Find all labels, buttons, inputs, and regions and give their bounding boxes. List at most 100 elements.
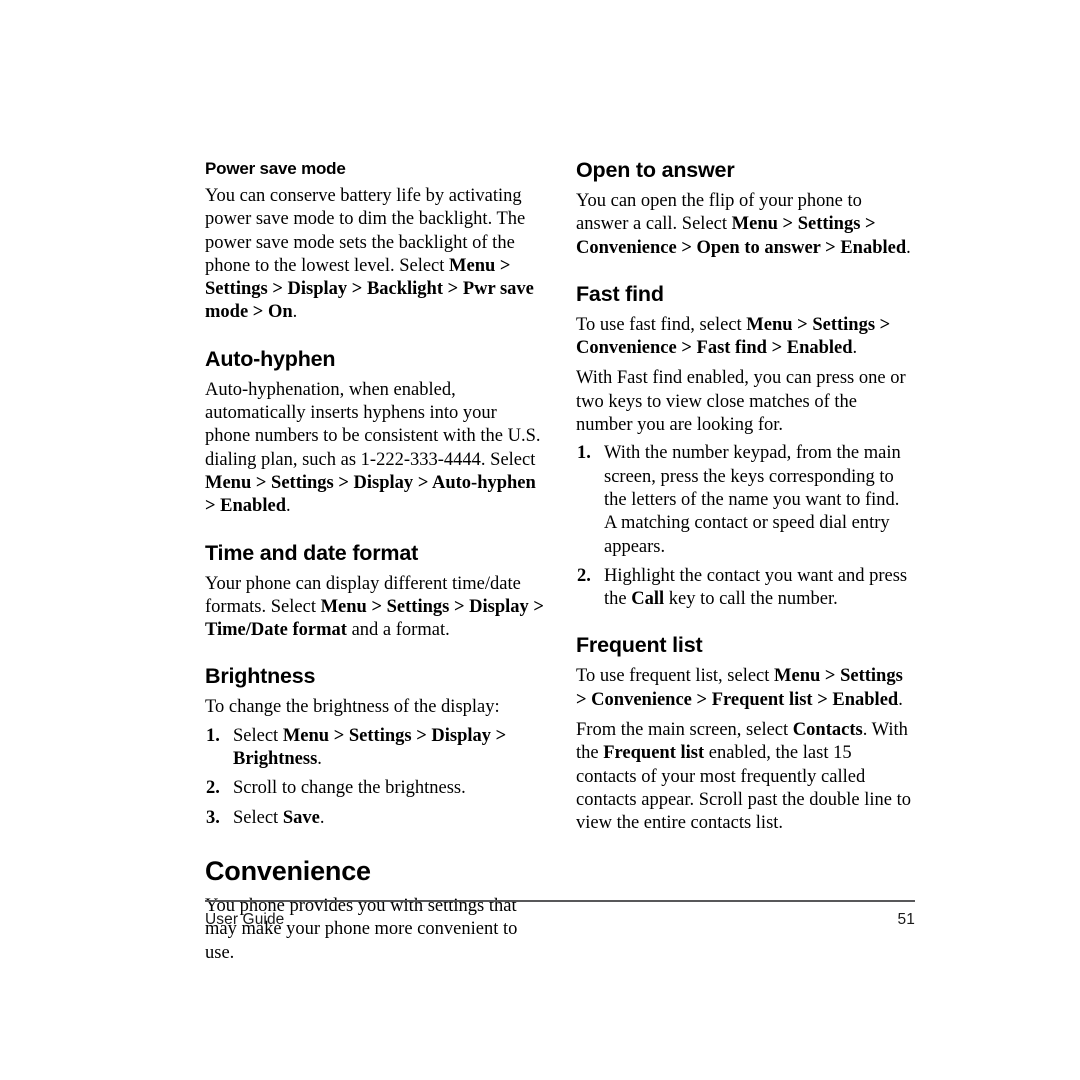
list-item: 2. Scroll to change the brightness. xyxy=(205,777,544,800)
text-run: and a format. xyxy=(346,620,450,641)
text-run: . xyxy=(898,689,903,710)
paragraph-auto-hyphen: Auto-hyphenation, when enabled, automati… xyxy=(205,379,544,519)
heading-frequent-list: Frequent list xyxy=(576,633,703,658)
list-marker: 2. xyxy=(206,778,220,799)
text-run: Select xyxy=(233,725,283,746)
text-run: . xyxy=(292,302,298,323)
text-run: To use frequent list, select xyxy=(576,666,775,687)
menu-separator: > xyxy=(491,725,507,746)
text-run: Select xyxy=(233,807,283,828)
list-marker: 1. xyxy=(206,725,220,746)
list-item: 1. Select Menu > Settings > Display > Bri… xyxy=(205,725,544,772)
menu-path-fast-find: Fast find xyxy=(696,338,767,359)
menu-path-settings: Settings xyxy=(797,214,861,235)
key-name-call: Call xyxy=(631,589,665,610)
paragraph-frequent-list-path: To use frequent list, select Menu > Sett… xyxy=(576,665,915,712)
menu-path-menu: Menu xyxy=(731,214,778,235)
menu-separator: > xyxy=(528,596,544,617)
menu-path-menu: Menu xyxy=(205,472,252,493)
text-run: . xyxy=(317,749,322,770)
paragraph-power-save-mode: You can conserve battery life by activat… xyxy=(205,185,544,325)
menu-separator: > xyxy=(248,302,268,323)
menu-separator: > xyxy=(366,596,387,617)
menu-path-display: Display xyxy=(353,472,414,493)
menu-path-convenience: Convenience xyxy=(576,338,677,359)
menu-separator: > xyxy=(792,314,813,335)
heading-time-and-date-format: Time and date format xyxy=(205,540,419,565)
menu-path-enabled: Enabled xyxy=(220,496,286,517)
menu-separator: > xyxy=(205,496,221,517)
right-column: Open to answer You can open the flip of … xyxy=(576,158,915,839)
menu-path-settings: Settings xyxy=(386,596,450,617)
text-run: . xyxy=(285,496,291,517)
menu-separator: > xyxy=(766,338,787,359)
list-item: 3. Select Save. xyxy=(205,807,544,830)
list-marker: 2. xyxy=(577,565,591,586)
heading-convenience: Convenience xyxy=(205,855,371,886)
heading-brightness: Brightness xyxy=(205,664,316,689)
menu-separator: > xyxy=(875,314,891,335)
heading-open-to-answer: Open to answer xyxy=(576,158,735,182)
paragraph-frequent-list-description: From the main screen, select Contacts. W… xyxy=(576,719,915,835)
menu-path-brightness: Brightness xyxy=(233,749,318,770)
text-run: Auto-hyphenation, when enabled, automati… xyxy=(205,379,541,470)
menu-path-on: On xyxy=(267,302,293,323)
menu-path-menu: Menu xyxy=(774,666,821,687)
paragraph-fast-find-path: To use fast find, select Menu > Settings… xyxy=(576,314,915,361)
text-run: With the number keypad, from the main sc… xyxy=(604,443,901,557)
heading-fast-find: Fast find xyxy=(576,281,664,306)
menu-path-settings: Settings xyxy=(348,725,412,746)
paragraph-open-to-answer: You can open the flip of your phone to a… xyxy=(576,190,915,260)
list-marker: 3. xyxy=(206,807,220,828)
text-run: . xyxy=(852,338,858,359)
text-run: Scroll to change the brightness. xyxy=(233,778,466,799)
text-run: key to call the number. xyxy=(664,589,838,610)
menu-path-settings: Settings xyxy=(271,472,334,493)
menu-separator: > xyxy=(691,689,712,710)
footer-row: User Guide 51 xyxy=(205,911,915,929)
paragraph-brightness-intro: To change the brightness of the display: xyxy=(205,697,500,718)
left-column: Power save mode You can conserve battery… xyxy=(205,158,544,968)
text-run: From the main screen, select xyxy=(576,720,793,741)
menu-path-open-to-answer: Open to answer xyxy=(696,237,821,258)
menu-separator: > xyxy=(820,237,841,258)
menu-separator: > xyxy=(777,214,798,235)
menu-separator: > xyxy=(495,255,511,276)
page-footer: User Guide 51 xyxy=(205,900,915,929)
menu-path-save: Save xyxy=(282,807,320,828)
menu-separator: > xyxy=(251,472,272,493)
menu-path-display: Display xyxy=(431,725,492,746)
manual-page: Power save mode You can conserve battery… xyxy=(0,0,1080,1080)
menu-path-settings: Settings xyxy=(812,314,876,335)
footer-page-number: 51 xyxy=(897,910,915,928)
menu-separator: > xyxy=(820,666,841,687)
menu-path-frequent-list: Frequent list xyxy=(711,689,813,710)
menu-separator: > xyxy=(576,689,592,710)
menu-path-enabled: Enabled xyxy=(840,237,907,258)
menu-path-menu: Menu xyxy=(320,596,367,617)
footer-document-title: User Guide xyxy=(205,910,285,928)
menu-path-settings: Settings xyxy=(205,279,268,300)
brightness-steps-list: 1. Select Menu > Settings > Display > Bri… xyxy=(205,725,544,830)
text-run: . xyxy=(319,807,325,828)
menu-separator: > xyxy=(329,725,349,746)
text-run: . xyxy=(906,237,911,258)
menu-separator: > xyxy=(812,689,833,710)
menu-path-time-date-format: Time/Date format xyxy=(205,620,347,641)
list-marker: 1. xyxy=(577,443,591,464)
menu-separator: > xyxy=(449,596,470,617)
menu-path-enabled: Enabled xyxy=(832,689,899,710)
footer-divider xyxy=(205,900,915,902)
menu-separator: > xyxy=(413,472,432,493)
menu-separator: > xyxy=(411,725,432,746)
menu-path-contacts: Contacts xyxy=(792,720,863,741)
menu-separator: > xyxy=(676,237,697,258)
menu-path-display: Display xyxy=(287,279,348,300)
list-item: 1. With the number keypad, from the main … xyxy=(576,442,915,558)
menu-path-menu: Menu xyxy=(449,255,496,276)
fast-find-steps-list: 1. With the number keypad, from the main … xyxy=(576,442,915,611)
menu-separator: > xyxy=(443,279,463,300)
menu-separator: > xyxy=(347,279,367,300)
heading-auto-hyphen: Auto-hyphen xyxy=(205,346,336,371)
menu-separator: > xyxy=(267,279,288,300)
